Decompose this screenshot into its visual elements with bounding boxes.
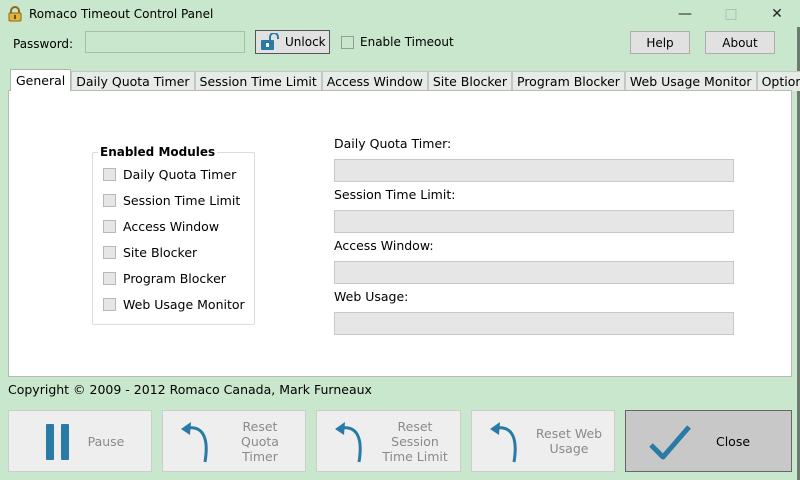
minimize-icon[interactable]: — (662, 0, 708, 27)
help-label: Help (646, 35, 674, 50)
tab-options[interactable]: Options (756, 71, 800, 91)
window-title: Romaco Timeout Control Panel (29, 6, 214, 21)
session-time-limit-field (334, 210, 734, 233)
module-access-window[interactable]: Access Window (103, 219, 219, 234)
label-line: Timer (242, 449, 278, 464)
close-icon[interactable]: ✕ (754, 0, 800, 27)
web-usage-label: Web Usage: (334, 289, 409, 304)
checkbox-box[interactable] (103, 272, 116, 285)
tab-access-window[interactable]: Access Window (321, 71, 428, 91)
label-line: Session (391, 434, 439, 449)
general-panel: Enabled Modules Daily Quota Timer Sessio… (8, 90, 792, 377)
reset-session-time-limit-button[interactable]: Reset Session Time Limit (316, 410, 461, 472)
about-label: About (722, 35, 758, 50)
reset-session-time-limit-label: Reset Session Time Limit (377, 419, 453, 464)
module-label: Session Time Limit (123, 193, 241, 208)
checkbox-box[interactable] (103, 246, 116, 259)
module-site-blocker[interactable]: Site Blocker (103, 245, 197, 260)
daily-quota-timer-label: Daily Quota Timer: (334, 136, 452, 151)
module-program-blocker[interactable]: Program Blocker (103, 271, 226, 286)
checkbox-box[interactable] (103, 194, 116, 207)
reset-web-usage-label: Reset Web Usage (532, 426, 606, 456)
help-button[interactable]: Help (630, 31, 690, 54)
module-label: Access Window (123, 219, 220, 234)
label-line: Time Limit (382, 449, 448, 464)
module-label: Site Blocker (123, 245, 198, 260)
pause-icon (46, 424, 69, 460)
module-session-time-limit[interactable]: Session Time Limit (103, 193, 240, 208)
label-line: Reset (242, 419, 278, 434)
tab-web-usage-monitor[interactable]: Web Usage Monitor (624, 71, 757, 91)
module-label: Web Usage Monitor (123, 297, 245, 312)
module-daily-quota-timer[interactable]: Daily Quota Timer (103, 167, 236, 182)
about-button[interactable]: About (705, 31, 775, 54)
access-window-label: Access Window: (334, 238, 434, 253)
checkbox-box[interactable] (103, 298, 116, 311)
tab-daily-quota-timer[interactable]: Daily Quota Timer (71, 71, 195, 91)
label-line: Usage (549, 441, 589, 456)
group-title: Enabled Modules (98, 145, 218, 159)
maximize-icon: □ (724, 5, 738, 22)
checkmark-icon (649, 425, 691, 460)
enable-timeout-checkbox[interactable]: Enable Timeout (341, 35, 454, 49)
close-label: Close (715, 434, 751, 449)
reset-quota-timer-button[interactable]: Reset Quota Timer (162, 410, 306, 472)
lock-app-icon (8, 5, 22, 21)
pause-button[interactable]: Pause (8, 410, 152, 472)
unlocked-padlock-icon (261, 33, 279, 50)
module-label: Daily Quota Timer (123, 167, 237, 182)
reset-arrow-icon (181, 422, 208, 463)
checkbox-box[interactable] (103, 220, 116, 233)
title-bar: Romaco Timeout Control Panel — □ ✕ (0, 0, 800, 27)
unlock-button[interactable]: Unlock (255, 30, 330, 54)
close-button[interactable]: Close (625, 410, 792, 472)
web-usage-field (334, 312, 734, 335)
label-line: Quota (241, 434, 279, 449)
checkbox-box[interactable] (103, 168, 116, 181)
session-time-limit-label: Session Time Limit: (334, 187, 456, 202)
enable-timeout-label: Enable Timeout (360, 35, 454, 49)
access-window-field (334, 261, 734, 284)
reset-arrow-icon (335, 422, 362, 463)
enabled-modules-group: Enabled Modules Daily Quota Timer Sessio… (92, 145, 255, 325)
tab-general[interactable]: General (10, 69, 72, 91)
module-web-usage-monitor[interactable]: Web Usage Monitor (103, 297, 245, 312)
daily-quota-timer-field (334, 159, 734, 182)
toolbar: Password: Unlock Enable Timeout Help Abo… (0, 29, 797, 59)
tab-strip: General Daily Quota Timer Session Time L… (10, 69, 800, 91)
tab-session-time-limit[interactable]: Session Time Limit (194, 71, 322, 91)
checkbox-box[interactable] (341, 35, 354, 49)
unlock-label: Unlock (285, 35, 326, 49)
password-label: Password: (13, 37, 74, 51)
tab-site-blocker[interactable]: Site Blocker (427, 71, 512, 91)
pause-label: Pause (87, 434, 125, 449)
password-input[interactable] (85, 31, 245, 53)
module-label: Program Blocker (123, 271, 226, 286)
reset-quota-timer-label: Reset Quota Timer (223, 419, 297, 464)
copyright-text: Copyright © 2009 - 2012 Romaco Canada, M… (8, 382, 372, 397)
tab-program-blocker[interactable]: Program Blocker (512, 71, 625, 91)
label-line: Reset Web (535, 426, 603, 441)
reset-web-usage-button[interactable]: Reset Web Usage (471, 410, 615, 472)
reset-arrow-icon (490, 422, 517, 463)
label-line: Reset (397, 419, 433, 434)
